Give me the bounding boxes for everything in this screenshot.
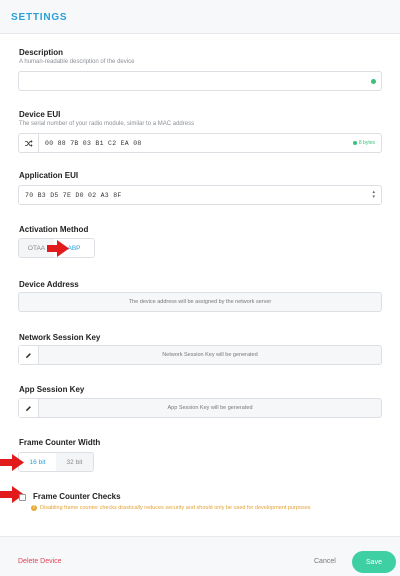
warning-icon: ! bbox=[31, 505, 37, 511]
page-title: SETTINGS bbox=[11, 12, 68, 23]
byte-count-text: 8 bytes bbox=[358, 140, 375, 146]
description-hint: A human-readable description of the devi… bbox=[19, 59, 135, 65]
byte-count: 8 bytes bbox=[352, 140, 375, 146]
description-input[interactable] bbox=[18, 71, 382, 91]
valid-indicator-icon bbox=[352, 140, 357, 145]
device-eui-input[interactable]: 00 88 7B 03 B1 C2 EA 08 8 bytes bbox=[18, 133, 382, 153]
device-eui-hint: The serial number of your radio module, … bbox=[19, 121, 195, 127]
application-eui-select[interactable]: 70 B3 D5 7E D0 02 A3 8F ▴ ▾ bbox=[18, 185, 382, 205]
network-session-key-placeholder: Network Session Key will be generated bbox=[162, 352, 258, 358]
activation-method-label: Activation Method bbox=[19, 225, 89, 234]
frame-counter-width-label: Frame Counter Width bbox=[19, 438, 101, 447]
device-eui-value: 00 88 7B 03 B1 C2 EA 08 bbox=[45, 140, 142, 147]
pencil-icon[interactable] bbox=[19, 346, 39, 364]
pencil-icon[interactable] bbox=[19, 399, 39, 417]
device-address-field: The device address will be assigned by t… bbox=[18, 292, 382, 312]
device-eui-label: Device EUI bbox=[19, 110, 61, 119]
app-session-key-placeholder: App Session Key will be generated bbox=[167, 405, 253, 411]
app-session-key-label: App Session Key bbox=[19, 385, 85, 394]
form-footer: Delete Device Cancel Save bbox=[0, 536, 400, 576]
network-session-key-label: Network Session Key bbox=[19, 333, 101, 342]
network-session-key-field: Network Session Key will be generated bbox=[18, 345, 382, 365]
application-eui-value: 70 B3 D5 7E D0 02 A3 8F bbox=[25, 192, 122, 199]
chevron-updown-icon: ▴ ▾ bbox=[372, 189, 375, 200]
frame-width-option-32bit[interactable]: 32 bit bbox=[56, 453, 93, 471]
frame-counter-checks-label: Frame Counter Checks bbox=[33, 492, 121, 501]
annotation-arrow-icon bbox=[0, 454, 24, 471]
frame-counter-width-toggle: 16 bit 32 bit bbox=[18, 452, 94, 472]
cancel-button[interactable]: Cancel bbox=[314, 558, 336, 565]
valid-indicator-icon bbox=[371, 79, 376, 84]
delete-device-button[interactable]: Delete Device bbox=[18, 558, 62, 565]
save-button[interactable]: Save bbox=[352, 551, 396, 573]
device-address-placeholder: The device address will be assigned by t… bbox=[128, 299, 272, 305]
frame-counter-warning-text: Disabling frame counter checks drastical… bbox=[40, 505, 311, 511]
frame-counter-checks-checkbox[interactable] bbox=[19, 494, 26, 501]
settings-header: SETTINGS bbox=[0, 0, 400, 34]
app-session-key-field: App Session Key will be generated bbox=[18, 398, 382, 418]
frame-counter-warning: ! Disabling frame counter checks drastic… bbox=[31, 505, 311, 511]
device-address-label: Device Address bbox=[19, 280, 79, 289]
description-label: Description bbox=[19, 48, 64, 57]
application-eui-label: Application EUI bbox=[19, 171, 79, 180]
shuffle-icon[interactable] bbox=[19, 134, 39, 152]
frame-width-option-16bit[interactable]: 16 bit bbox=[19, 453, 56, 471]
annotation-arrow-icon bbox=[47, 240, 69, 257]
